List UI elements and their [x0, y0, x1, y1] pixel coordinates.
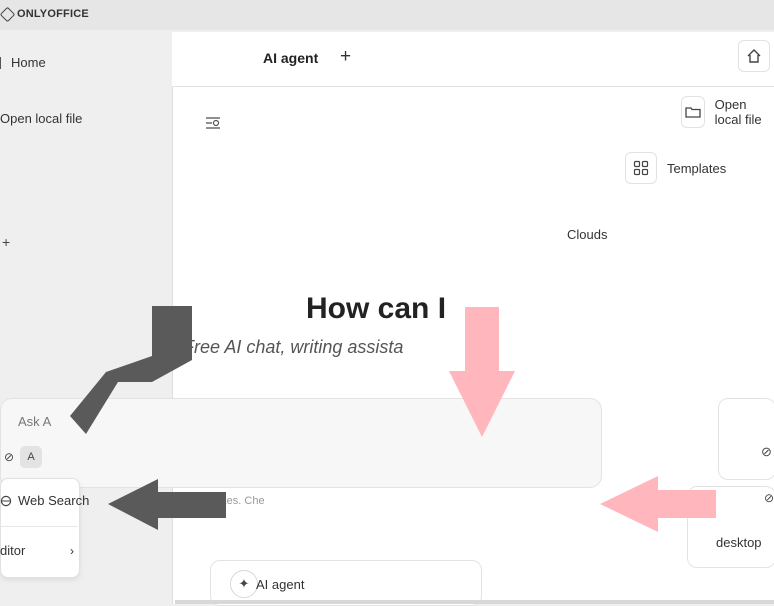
horizontal-scrollbar[interactable] — [175, 600, 774, 604]
brand-logo: ONLYOFFICE — [0, 6, 89, 22]
attach-icon[interactable]: ⊘ — [4, 450, 14, 464]
side-card — [718, 398, 774, 480]
sidebar-item-open-local-file[interactable]: Open local file — [0, 111, 82, 126]
brand-name: ONLYOFFICE — [17, 8, 89, 20]
chat-tools: ⊘ A — [4, 446, 43, 468]
menu-search-icon[interactable] — [206, 116, 222, 130]
desktop-editor-label[interactable]: desktop — [716, 535, 762, 550]
tab-ai-agent[interactable]: AI agent — [263, 50, 318, 66]
web-search-option[interactable]: Web Search — [0, 493, 89, 508]
clouds-button[interactable]: Clouds — [567, 227, 607, 242]
open-local-file-button[interactable]: Open local file — [681, 96, 774, 128]
dropdown-divider — [0, 526, 78, 527]
annotation-arrow-down-left — [70, 306, 192, 434]
sidebar-item-label: Home — [11, 55, 46, 70]
model-chip[interactable]: A — [20, 446, 43, 468]
open-local-file-label: Open local file — [714, 97, 762, 127]
templates-box — [625, 152, 657, 184]
sidebar-item-home[interactable]: Home — [0, 55, 46, 70]
ai-agent-label[interactable]: AI agent — [256, 577, 304, 592]
onlyoffice-logo-icon — [0, 6, 16, 22]
sidebar-add-icon[interactable]: + — [2, 234, 10, 250]
annotation-arrow-left-pink — [600, 476, 716, 532]
templates-label: Templates — [667, 160, 727, 176]
sparkle-icon: ✦ — [230, 570, 258, 598]
hero-subtitle: Free AI chat, writing assista — [183, 337, 404, 357]
sidebar-item-label: Open local file — [0, 111, 83, 126]
chevron-right-icon: › — [70, 544, 74, 558]
desktop-icon[interactable]: ⊘ — [764, 491, 774, 505]
hero-title: How can I — [306, 292, 447, 325]
folder-icon — [685, 107, 701, 118]
home-icon — [0, 56, 7, 69]
templates-grid-icon — [633, 160, 649, 176]
annotation-arrow-down-pink — [449, 307, 515, 437]
settings-icon[interactable]: ⊘ — [761, 444, 772, 460]
add-tab-button[interactable]: + — [340, 46, 351, 68]
annotation-arrow-left-dark — [108, 479, 226, 530]
home-icon — [747, 49, 761, 63]
folder-box — [681, 96, 705, 128]
globe-icon — [0, 495, 12, 506]
editor-option[interactable]: ditor — [0, 543, 25, 558]
home-quick-button[interactable] — [738, 40, 770, 72]
top-strip — [0, 0, 774, 30]
templates-button[interactable]: Templates — [625, 152, 726, 184]
web-search-label: Web Search — [18, 493, 90, 508]
